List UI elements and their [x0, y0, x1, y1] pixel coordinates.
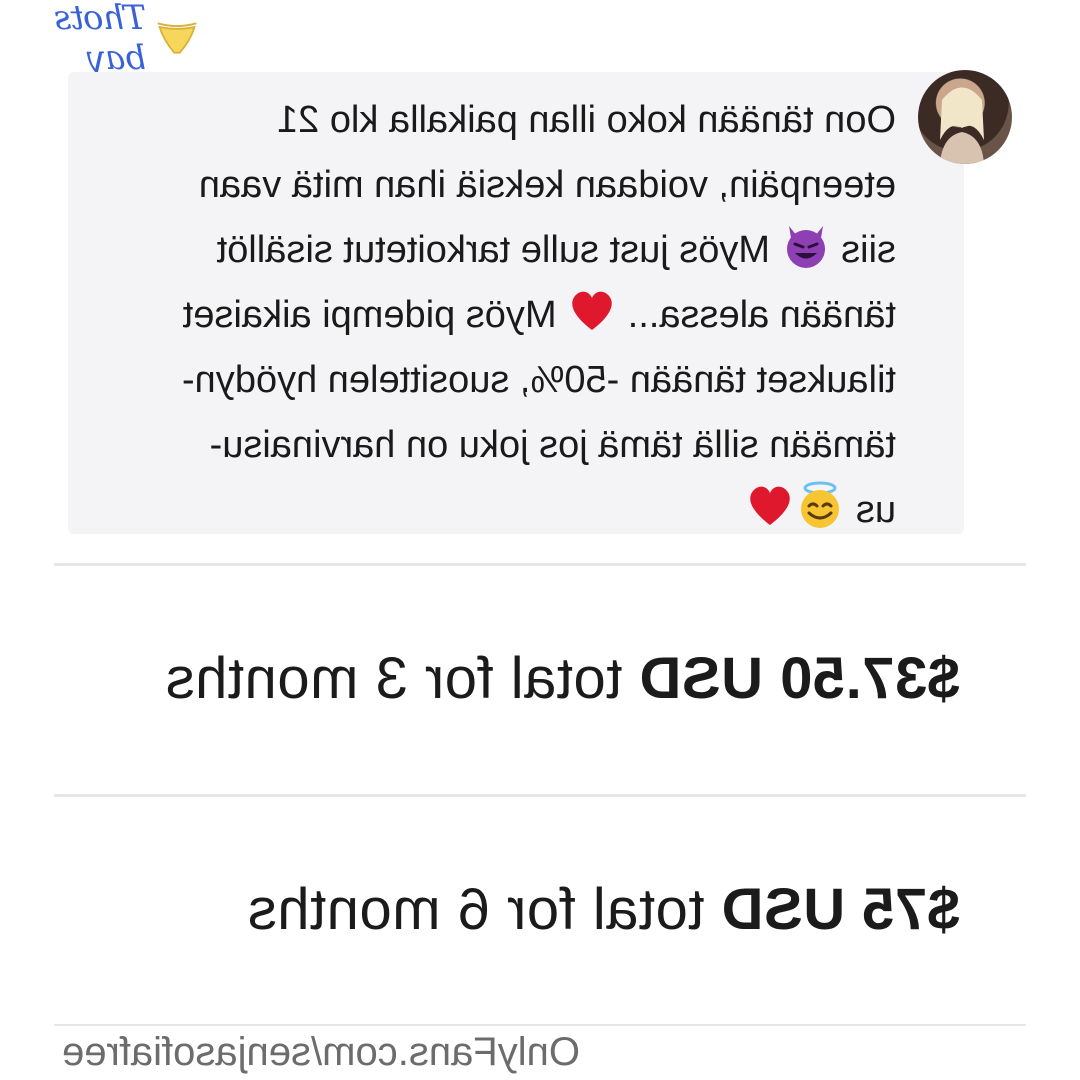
message-line: siis	[841, 229, 896, 271]
message-line: Oon tänään koko illan paikalla klo 21	[277, 99, 896, 141]
profile-url[interactable]: OnlyFans.com/senjasofiafree	[62, 1030, 580, 1075]
red-heart-emoji	[572, 291, 612, 330]
divider	[54, 1024, 1026, 1026]
halo-smile-emoji	[801, 481, 840, 528]
message-line: Myös just sulle tarkoitetut sisällöt	[216, 229, 770, 271]
message-line: tilaukset tänään -50%, suosittelen hyödy…	[182, 359, 896, 401]
offer-price: $75 USD	[721, 877, 960, 942]
offer-3-months[interactable]: $37.50 USD total for 3 months	[165, 645, 960, 712]
mirrored-screenshot: Thots bay Oon tänään koko illan paikalla…	[0, 0, 1080, 1080]
offer-label: total for 6 months	[247, 877, 705, 942]
watermark: Thots bay	[0, 0, 200, 78]
message-text: Oon tänään koko illan paikalla klo 21 ete…	[96, 88, 896, 543]
message-line: eteenpäin, voidaan keksiä ihan mitä vaan	[198, 164, 896, 206]
avatar[interactable]	[918, 70, 1012, 164]
offer-6-months[interactable]: $75 USD total for 6 months	[247, 876, 960, 943]
message-line: us	[855, 489, 896, 531]
message-line: tänään alessa...	[627, 294, 896, 336]
offer-price: $37.50 USD	[639, 646, 960, 711]
red-heart-emoji	[750, 486, 791, 525]
bikini-bottom-icon	[157, 22, 197, 54]
divider	[54, 563, 1026, 566]
message-line: Myös pidempi aikaiset	[182, 294, 557, 336]
smiling-devil-emoji	[786, 226, 825, 268]
offer-label: total for 3 months	[165, 646, 623, 711]
watermark-text: Thots bay	[54, 0, 147, 78]
divider	[54, 794, 1026, 797]
avatar-photo	[940, 87, 984, 164]
message-line: tämään sillä tämä jos joku on harvinaisu…	[209, 424, 896, 466]
